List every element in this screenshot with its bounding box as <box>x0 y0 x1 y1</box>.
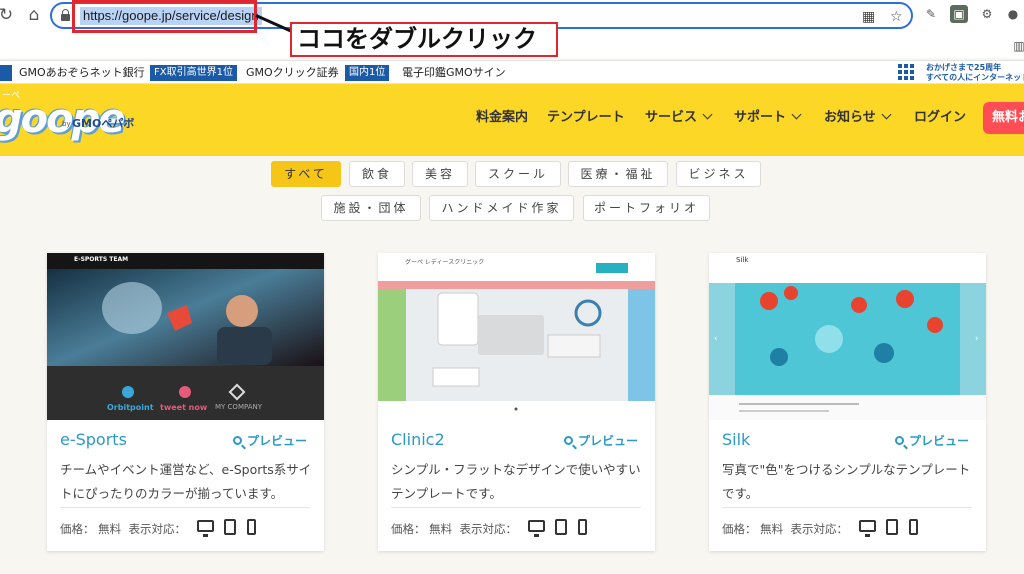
bookmark-star-icon[interactable]: ☆ <box>890 9 903 25</box>
lock-icon[interactable] <box>61 9 70 21</box>
extension-settings-icon[interactable]: ⚙ <box>978 5 996 23</box>
filter-school[interactable]: スクール <box>475 161 561 187</box>
reload-icon[interactable]: ↻ <box>0 3 18 27</box>
grid-menu-icon[interactable] <box>898 64 914 80</box>
thumb-header: Silk <box>736 256 749 264</box>
tablet-icon <box>886 519 898 535</box>
home-icon[interactable]: ⌂ <box>22 3 46 27</box>
site-header: ーぺ goope by GMOペパボ 料金案内 テンプレート サービス サポート… <box>0 84 1024 156</box>
search-icon <box>233 436 242 445</box>
ad-badge-rank[interactable]: 国内1位 <box>345 65 390 81</box>
filter-portfolio[interactable]: ポートフォリオ <box>583 195 710 221</box>
nav-news[interactable]: お知らせ <box>824 109 892 127</box>
desktop-icon <box>859 520 876 537</box>
url-highlight-box <box>72 0 257 33</box>
card-meta: 価格： 無料 表示対応： <box>391 522 517 536</box>
card-description: チームやイベント運営など、e-Sports系サイトにぴったりのカラーが揃っていま… <box>60 462 312 501</box>
search-icon <box>564 436 573 445</box>
template-card-esports[interactable]: E-SPORTS TEAM Orbitpoint tweet now MY CO… <box>47 253 324 551</box>
qr-code-icon[interactable]: ▦ <box>862 9 875 25</box>
extension-pen-icon[interactable]: ✎ <box>922 5 940 23</box>
carousel-next-icon[interactable]: › <box>975 334 979 344</box>
template-thumbnail[interactable]: E-SPORTS TEAM Orbitpoint tweet now MY CO… <box>47 253 324 420</box>
nav-pricing[interactable]: 料金案内 <box>476 109 528 127</box>
ad-badge-partial[interactable] <box>0 65 12 81</box>
tablet-icon <box>555 519 567 535</box>
smartphone-icon <box>909 519 918 535</box>
chevron-down-icon <box>791 109 802 120</box>
filter-medical[interactable]: 医療・福祉 <box>568 161 668 187</box>
card-meta: 価格： 無料 表示対応： <box>722 522 848 536</box>
esports-thumbnail-image <box>47 253 324 420</box>
ad-link-sign[interactable]: 電子印鑑GMOサイン <box>402 65 506 81</box>
clinic-thumbnail-image <box>378 253 655 420</box>
card-description: 写真で"色"をつけるシンプルなテンプレートです。 <box>722 462 971 501</box>
extension-image-icon[interactable]: ▣ <box>950 5 968 23</box>
card-title[interactable]: Clinic2 <box>391 430 445 449</box>
template-card-clinic2[interactable]: グーペ レディースクリニック Clinic2 プレビュー シンプル・フラットなデ… <box>378 253 655 551</box>
desktop-icon <box>197 520 214 537</box>
nav-login[interactable]: ログイン <box>914 109 966 127</box>
thumb-header: E-SPORTS TEAM <box>74 256 129 263</box>
template-card-silk[interactable]: Silk ‹ › Silk プレビュー 写真で"色"をつけるシンプルなテンプレー… <box>709 253 986 551</box>
free-trial-button[interactable]: 無料お <box>983 102 1024 134</box>
card-divider <box>391 507 641 508</box>
silk-thumbnail-image <box>709 253 986 420</box>
gmo-pepabo-logo: GMOペパボ <box>72 117 135 130</box>
carousel-prev-icon[interactable]: ‹ <box>714 334 718 344</box>
card-title[interactable]: e-Sports <box>60 430 127 449</box>
thumb-logo-orbit: Orbitpoint <box>107 403 154 412</box>
smartphone-icon <box>247 519 256 535</box>
ad-link-securities[interactable]: GMOクリック証券 <box>246 65 339 81</box>
filter-business[interactable]: ビジネス <box>676 161 761 187</box>
smartphone-icon <box>578 519 587 535</box>
thumb-header: グーペ レディースクリニック <box>405 259 485 266</box>
chevron-down-icon <box>702 109 713 120</box>
filter-food[interactable]: 飲食 <box>349 161 405 187</box>
tablet-icon <box>224 519 236 535</box>
filter-handmade[interactable]: ハンドメイド作家 <box>429 195 574 221</box>
card-title[interactable]: Silk <box>722 430 750 449</box>
desktop-icon <box>528 520 545 537</box>
ad-badge-fx[interactable]: FX取引高世界1位 <box>150 65 237 81</box>
extension-apple-icon[interactable]: ● <box>1004 5 1022 23</box>
filter-facility[interactable]: 施設・団体 <box>321 195 421 221</box>
preview-link[interactable]: プレビュー <box>895 432 969 449</box>
browser-toolbar: ↻ ⌂ https://goope.jp/service/design ▦ ☆ … <box>0 0 1024 58</box>
anniversary-banner[interactable]: おかげさまで25周年 すべての人にインターネット <box>926 63 1024 83</box>
thumb-logo-company: MY COMPANY <box>215 403 263 411</box>
template-thumbnail[interactable]: Silk ‹ › <box>709 253 986 420</box>
filter-beauty[interactable]: 美容 <box>412 161 468 187</box>
nav-support[interactable]: サポート <box>734 109 802 127</box>
bookmarks-menu-icon[interactable]: ▥ <box>1010 37 1024 55</box>
card-description: シンプル・フラットなデザインで使いやすいテンプレートです。 <box>391 462 641 501</box>
card-meta: 価格： 無料 表示対応： <box>60 522 186 536</box>
chevron-down-icon <box>881 109 892 120</box>
card-divider <box>722 507 972 508</box>
template-thumbnail[interactable]: グーペ レディースクリニック <box>378 253 655 420</box>
instruction-callout: ココをダブルクリック <box>290 22 558 57</box>
nav-services[interactable]: サービス <box>645 109 713 127</box>
thumb-logo-tweet: tweet now <box>160 403 208 412</box>
nav-templates[interactable]: テンプレート <box>547 109 625 127</box>
logo-by: by <box>62 120 71 128</box>
ad-link-bank[interactable]: GMOあおぞらネット銀行 <box>19 65 145 81</box>
filter-all[interactable]: すべて <box>271 161 341 187</box>
preview-link[interactable]: プレビュー <box>564 432 638 449</box>
preview-link[interactable]: プレビュー <box>233 432 307 449</box>
search-icon <box>895 436 904 445</box>
card-divider <box>60 507 310 508</box>
gmo-ad-strip: GMOあおぞらネット銀行 FX取引高世界1位 GMOクリック証券 国内1位 電子… <box>0 60 1024 84</box>
